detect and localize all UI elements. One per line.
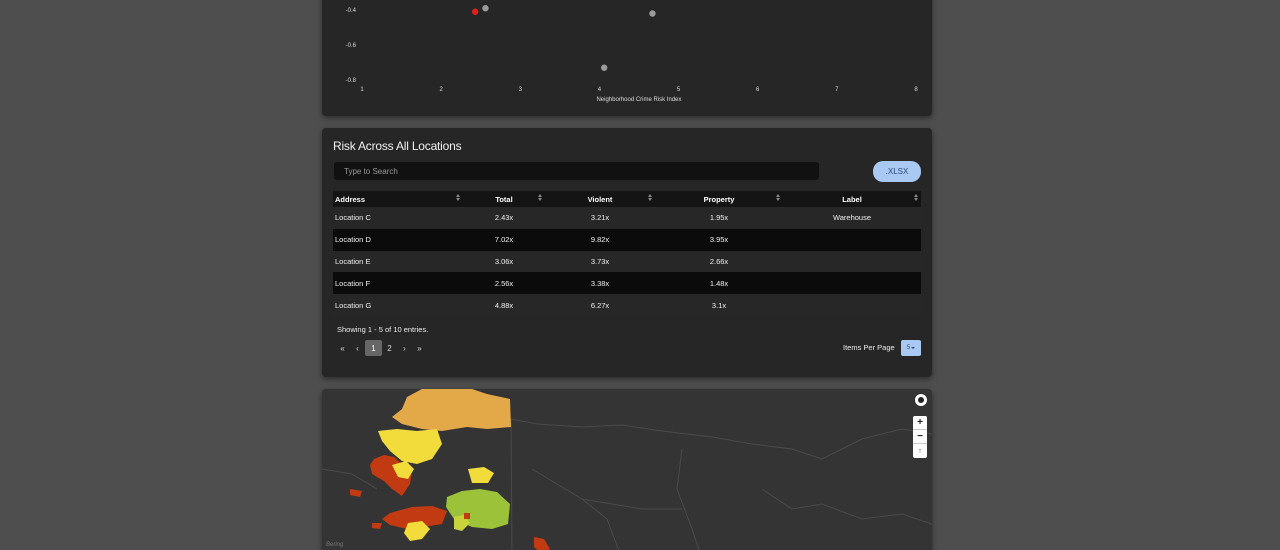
cell-property: 3.1x (711, 300, 727, 310)
info-icon[interactable] (915, 394, 927, 406)
cell-violent: 3.73x (590, 256, 610, 266)
cell-violent: 3.21x (590, 213, 610, 223)
scatter-point[interactable] (471, 8, 479, 15)
region-anchorage[interactable] (464, 513, 470, 519)
page-1-button[interactable]: 1 (365, 340, 382, 356)
cell-address: Location C (335, 213, 371, 223)
card-title: Risk Across All Locations (333, 139, 462, 153)
export-xlsx-button[interactable]: .XLSX (873, 161, 921, 182)
prev-page-button[interactable]: ‹ (350, 340, 365, 356)
zoom-in-button[interactable]: + (913, 416, 927, 430)
chevron-down-icon (911, 347, 916, 349)
x-tick-label: 6 (756, 87, 760, 93)
page-2-button[interactable]: 2 (382, 340, 397, 356)
x-tick-label: 2 (439, 87, 443, 93)
pagination: « ‹ 1 2 › » (335, 340, 427, 356)
cell-violent: 6.27x (590, 300, 610, 310)
cell-label: Warehouse (832, 213, 872, 223)
table-row[interactable]: Location E 3.06x 3.73x 2.66x (333, 250, 921, 273)
cell-property: 2.66x (709, 256, 729, 266)
y-tick-label: -0.8 (346, 78, 357, 84)
cell-address: Location D (335, 235, 371, 245)
cell-address: Location E (335, 256, 371, 266)
cell-total: 7.02x (494, 235, 514, 245)
region-aleutian-2[interactable] (372, 523, 382, 529)
last-page-button[interactable]: » (412, 340, 427, 356)
sort-icon[interactable] (538, 194, 542, 201)
column-header-property[interactable]: Property (655, 191, 783, 207)
x-tick-label: 7 (835, 87, 839, 93)
zoom-out-button[interactable]: − (913, 430, 927, 444)
region-interior-small[interactable] (468, 467, 494, 483)
table-row[interactable]: Location F 2.56x 3.38x 1.48x (333, 272, 921, 295)
y-tick-label: -0.4 (346, 8, 357, 14)
cell-violent: 3.38x (590, 278, 610, 288)
x-tick-label: 1 (360, 87, 364, 93)
x-tick-label: 4 (598, 87, 602, 93)
x-tick-label: 8 (914, 87, 918, 93)
risk-table: Address Total Violent Property Label Loc… (333, 191, 921, 316)
scatter-chart: -0.4 -0.6 -0.81 2 3 4 5 6 7 8 Neighborhood Crime R… (346, 5, 918, 103)
first-page-button[interactable]: « (335, 340, 350, 356)
cell-address: Location G (335, 300, 372, 310)
region-north-slope[interactable] (392, 389, 511, 431)
entries-summary: Showing 1 - 5 of 10 entries. (337, 325, 429, 334)
risk-map[interactable]: + − ↑ Bering (322, 389, 932, 550)
choropleth-regions[interactable] (350, 389, 550, 550)
sort-icon[interactable] (648, 194, 652, 201)
cell-total: 2.56x (494, 278, 514, 288)
items-per-page-label: Items Per Page (843, 343, 895, 352)
map-canvas[interactable] (322, 389, 932, 550)
region-aleutian-1[interactable] (350, 489, 362, 497)
risk-table-card: Risk Across All Locations .XLSX Address … (322, 128, 932, 377)
table-row[interactable]: Location C 2.43x 3.21x 1.95x Warehouse (333, 207, 921, 229)
y-tick-label: -0.6 (346, 43, 357, 49)
cell-property: 1.95x (709, 213, 729, 223)
cell-property: 3.95x (709, 235, 729, 245)
x-tick-label: 5 (677, 87, 681, 93)
column-header-violent[interactable]: Violent (545, 191, 655, 207)
search-input[interactable] (334, 162, 819, 180)
table-row[interactable]: Location D 7.02x 9.82x 3.95x (333, 228, 921, 251)
reset-north-button[interactable]: ↑ (913, 444, 927, 458)
scatter-point[interactable] (649, 10, 656, 17)
scatter-point[interactable] (600, 64, 608, 71)
items-per-page-select[interactable]: 5 (901, 340, 921, 356)
column-header-address[interactable]: Address (333, 191, 463, 207)
region-southeast[interactable] (534, 537, 550, 550)
items-per-page-value: 5 (906, 345, 911, 351)
x-axis-title: Neighborhood Crime Risk Index (596, 97, 681, 103)
scatter-point[interactable] (482, 5, 489, 12)
cell-total: 2.43x (494, 213, 514, 223)
x-tick-label: 3 (519, 87, 523, 93)
column-header-total[interactable]: Total (463, 191, 545, 207)
cell-address: Location F (335, 278, 371, 288)
cell-label (783, 294, 921, 316)
next-page-button[interactable]: › (397, 340, 412, 356)
table-header-row: Address Total Violent Property Label (333, 191, 921, 207)
cell-violent: 9.82x (590, 235, 610, 245)
sea-label: Bering (326, 542, 344, 548)
cell-label (783, 229, 921, 251)
sort-icon[interactable] (456, 194, 460, 201)
table-row[interactable]: Location G 4.88x 6.27x 3.1x (333, 294, 921, 316)
cell-total: 3.06x (494, 256, 514, 266)
map-navigation-control: + − ↑ (913, 416, 927, 458)
cell-total: 4.88x (494, 300, 514, 310)
column-header-label[interactable]: Label (783, 191, 921, 207)
sort-icon[interactable] (776, 194, 780, 201)
cell-label (783, 251, 921, 273)
sort-icon[interactable] (914, 194, 918, 201)
cell-property: 1.48x (709, 278, 729, 288)
scatter-chart-card: -0.4 -0.6 -0.8 1 2 3 4 5 6 7 8 Neighborhood Crime R… (322, 0, 932, 116)
cell-label (783, 272, 921, 294)
